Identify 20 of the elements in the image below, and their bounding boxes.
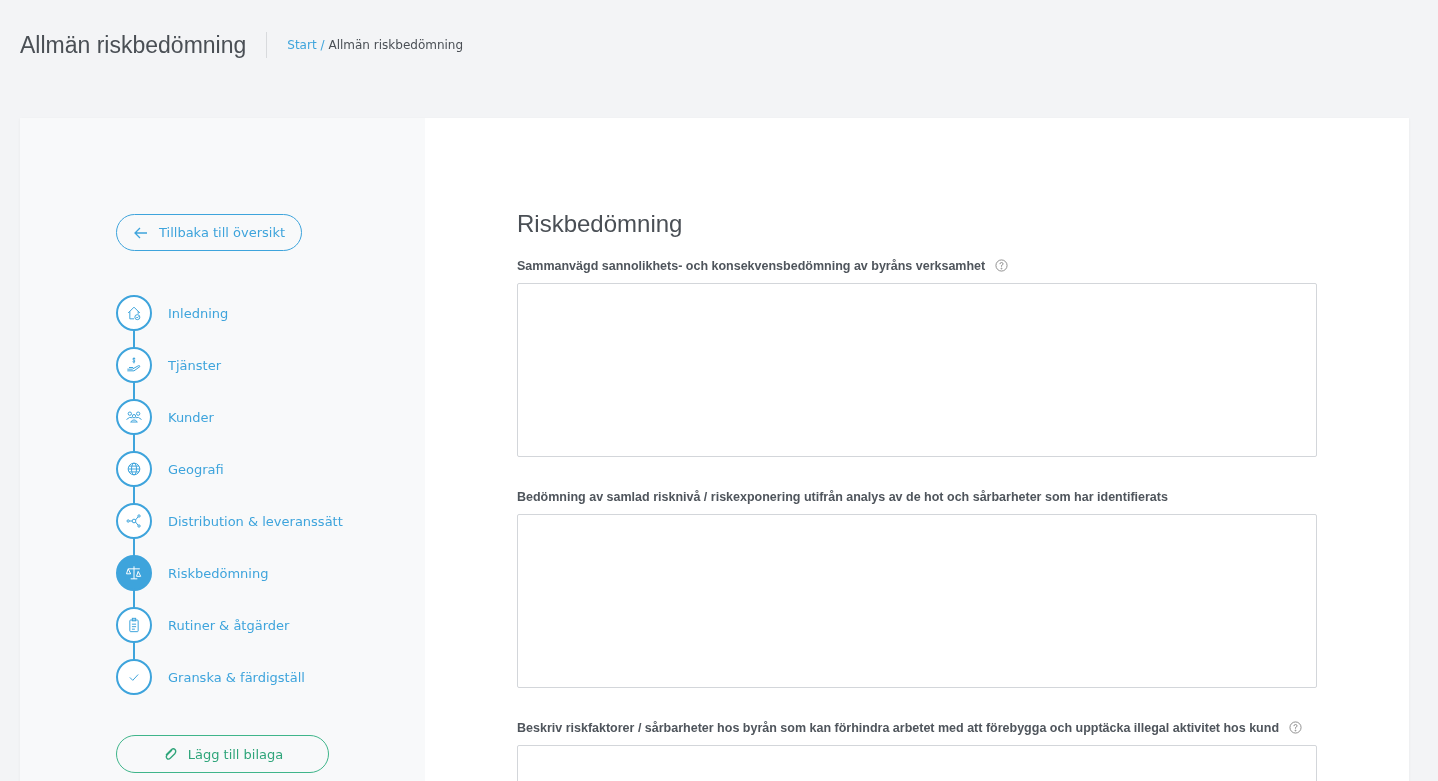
field-label: Bedömning av samlad risknivå / riskexponering utifrån analys av de hot och sårbarheter som har identifierats: [517, 489, 1168, 506]
breadcrumb-current: Allmän riskbedömning: [328, 38, 464, 52]
breadcrumb-link[interactable]: Start /: [287, 38, 325, 52]
page-title: Allmän riskbedömning: [20, 32, 268, 58]
step-item[interactable]: Tjänster: [116, 347, 221, 383]
text-area[interactable]: [517, 514, 1317, 688]
step-icon: [124, 511, 144, 531]
step-item[interactable]: Distribution & leveranssätt: [116, 503, 343, 539]
help-icon[interactable]: [995, 259, 1009, 272]
step-item[interactable]: Granska & färdigställ: [116, 659, 305, 695]
step-item[interactable]: Inledning: [116, 295, 229, 331]
form-title: Riskbedömning: [517, 210, 684, 238]
help-icon[interactable]: [1289, 721, 1303, 734]
step-item[interactable]: Riskbedömning: [116, 555, 269, 591]
field-label: Sammanvägd sannolikhets- och konsekvensbedömning av byråns verksamhet: [517, 258, 986, 275]
step-item[interactable]: Rutiner & åtgärder: [116, 607, 290, 643]
step-item[interactable]: Kunder: [116, 399, 214, 435]
step-item[interactable]: Geografi: [116, 451, 224, 487]
field-label: Beskriv riskfaktorer / sårbarheter hos byrån som kan förhindra arbetet med att förebygga och upptäcka illegal aktivitet hos kund: [517, 720, 1280, 737]
text-area[interactable]: [517, 283, 1317, 457]
